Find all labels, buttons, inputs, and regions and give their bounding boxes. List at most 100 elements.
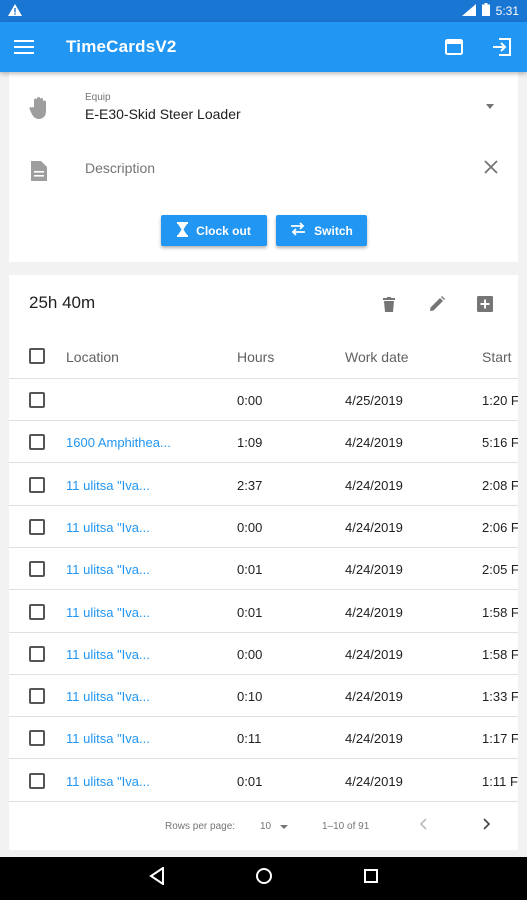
app-bar: TimeCardsV2 — [0, 22, 527, 72]
row-start: 1:58 F — [482, 604, 518, 620]
table-row[interactable]: 11 ulitsa "Iva... 0:10 4/24/2019 1:33 F — [9, 675, 518, 718]
row-location[interactable]: 1600 Amphithea... — [66, 435, 171, 450]
row-work-date: 4/24/2019 — [345, 689, 403, 705]
status-bar: 5:31 — [0, 0, 527, 22]
window-icon[interactable] — [441, 34, 467, 60]
row-start: 1:33 F — [482, 689, 518, 705]
row-hours: 0:01 — [237, 773, 263, 789]
rows-per-page-select[interactable]: 10 — [260, 821, 271, 832]
row-hours: 0:01 — [237, 562, 263, 578]
table-row[interactable]: 11 ulitsa "Iva... 0:01 4/24/2019 1:58 F — [9, 591, 518, 633]
row-work-date: 4/24/2019 — [345, 562, 403, 578]
row-hours: 0:00 — [237, 519, 263, 535]
row-checkbox[interactable] — [29, 645, 45, 662]
column-header-hours[interactable]: Hours — [237, 349, 274, 365]
rows-per-page-label: Rows per page: — [165, 821, 236, 832]
back-icon[interactable] — [148, 866, 165, 890]
description-input[interactable] — [85, 160, 465, 176]
menu-icon[interactable] — [14, 40, 38, 54]
row-work-date: 4/24/2019 — [345, 773, 403, 789]
warning-icon — [8, 3, 22, 19]
switch-label: Switch — [314, 223, 353, 238]
row-location[interactable]: 11 ulitsa "Iva... — [66, 731, 150, 746]
row-start: 5:16 F — [482, 435, 518, 451]
pagination: Rows per page: 10 1–10 of 91 — [9, 807, 518, 847]
document-icon — [31, 161, 47, 186]
home-icon[interactable] — [255, 867, 273, 890]
row-hours: 2:37 — [237, 477, 263, 493]
table-header: Location Hours Work date Start — [9, 337, 518, 379]
row-checkbox[interactable] — [29, 772, 45, 789]
row-hours: 0:01 — [237, 604, 263, 620]
row-location[interactable]: 11 ulitsa "Iva... — [66, 689, 150, 704]
row-work-date: 4/24/2019 — [345, 731, 403, 747]
row-checkbox[interactable] — [29, 392, 45, 408]
row-checkbox[interactable] — [29, 434, 45, 451]
hourglass-icon — [177, 221, 189, 240]
row-checkbox[interactable] — [29, 730, 45, 747]
row-start: 1:58 F — [482, 646, 518, 662]
row-hours: 0:00 — [237, 393, 263, 408]
row-work-date: 4/24/2019 — [345, 646, 403, 662]
dropdown-arrow-icon[interactable] — [486, 104, 494, 109]
recents-icon[interactable] — [363, 868, 379, 889]
row-hours: 1:09 — [237, 435, 263, 451]
row-start: 2:05 F — [482, 562, 518, 578]
clear-icon[interactable] — [484, 160, 498, 179]
row-hours: 0:11 — [237, 731, 262, 747]
row-start: 1:11 F — [482, 773, 518, 789]
table-row[interactable]: 11 ulitsa "Iva... 0:00 4/24/2019 2:06 F — [9, 506, 518, 548]
row-start: 1:20 F — [482, 393, 518, 408]
table-row[interactable]: 11 ulitsa "Iva... 0:01 4/24/2019 1:11 F — [9, 760, 518, 802]
row-location[interactable]: 11 ulitsa "Iva... — [66, 478, 150, 493]
row-work-date: 4/24/2019 — [345, 604, 403, 620]
row-location[interactable]: 11 ulitsa "Iva... — [66, 774, 150, 789]
hand-icon — [29, 96, 51, 125]
next-page-icon[interactable] — [481, 817, 491, 834]
column-header-start[interactable]: Start — [482, 349, 512, 365]
row-work-date: 4/24/2019 — [345, 519, 403, 535]
row-checkbox[interactable] — [29, 688, 45, 705]
row-location[interactable]: 11 ulitsa "Iva... — [66, 520, 150, 535]
clock-card: Equip E-E30-Skid Steer Loader Clock out … — [9, 72, 518, 262]
column-header-work-date[interactable]: Work date — [345, 349, 409, 365]
row-checkbox[interactable] — [29, 518, 45, 535]
rows-per-page-caret-icon[interactable] — [280, 825, 288, 829]
delete-icon[interactable] — [376, 291, 402, 317]
pagination-range: 1–10 of 91 — [322, 821, 370, 832]
select-all-checkbox[interactable] — [29, 348, 45, 364]
total-hours: 25h 40m — [29, 293, 96, 312]
row-checkbox[interactable] — [29, 603, 45, 620]
table-row[interactable]: 1600 Amphithea... 1:09 4/24/2019 5:16 F — [9, 421, 518, 464]
exit-icon[interactable] — [489, 34, 515, 60]
app-title: TimeCardsV2 — [66, 37, 177, 56]
switch-button[interactable]: Switch — [276, 215, 367, 246]
table-row[interactable]: 11 ulitsa "Iva... 2:37 4/24/2019 2:08 F — [9, 464, 518, 506]
table-row[interactable]: 11 ulitsa "Iva... 0:01 4/24/2019 2:05 F — [9, 548, 518, 591]
equip-label: Equip — [85, 92, 111, 103]
swap-icon — [290, 222, 306, 239]
row-work-date: 4/25/2019 — [345, 393, 403, 408]
add-box-icon[interactable] — [472, 291, 498, 317]
row-location[interactable]: 11 ulitsa "Iva... — [66, 647, 150, 662]
table-row[interactable]: 11 ulitsa "Iva... 0:11 4/24/2019 1:17 F — [9, 717, 518, 760]
timecards-table: 25h 40m Location Hours Work date Start 0… — [9, 275, 518, 850]
table-row[interactable]: 11 ulitsa "Iva... 0:00 4/24/2019 1:58 F — [9, 633, 518, 675]
row-hours: 0:10 — [237, 689, 263, 705]
row-location[interactable]: 11 ulitsa "Iva... — [66, 605, 150, 620]
edit-icon[interactable] — [424, 291, 450, 317]
prev-page-icon[interactable] — [419, 817, 429, 834]
status-time: 5:31 — [495, 4, 519, 18]
row-location[interactable]: 11 ulitsa "Iva... — [66, 562, 150, 577]
row-work-date: 4/24/2019 — [345, 477, 403, 493]
row-start: 2:08 F — [482, 477, 518, 493]
table-row[interactable]: 0:00 4/25/2019 1:20 F — [9, 379, 518, 421]
row-checkbox[interactable] — [29, 476, 45, 493]
row-checkbox[interactable] — [29, 561, 45, 578]
row-hours: 0:00 — [237, 646, 263, 662]
signal-icon — [461, 3, 476, 19]
equip-select[interactable]: E-E30-Skid Steer Loader — [85, 106, 241, 122]
column-header-location[interactable]: Location — [66, 349, 119, 365]
clock-out-button[interactable]: Clock out — [161, 215, 267, 246]
row-start: 1:17 F — [482, 731, 518, 747]
